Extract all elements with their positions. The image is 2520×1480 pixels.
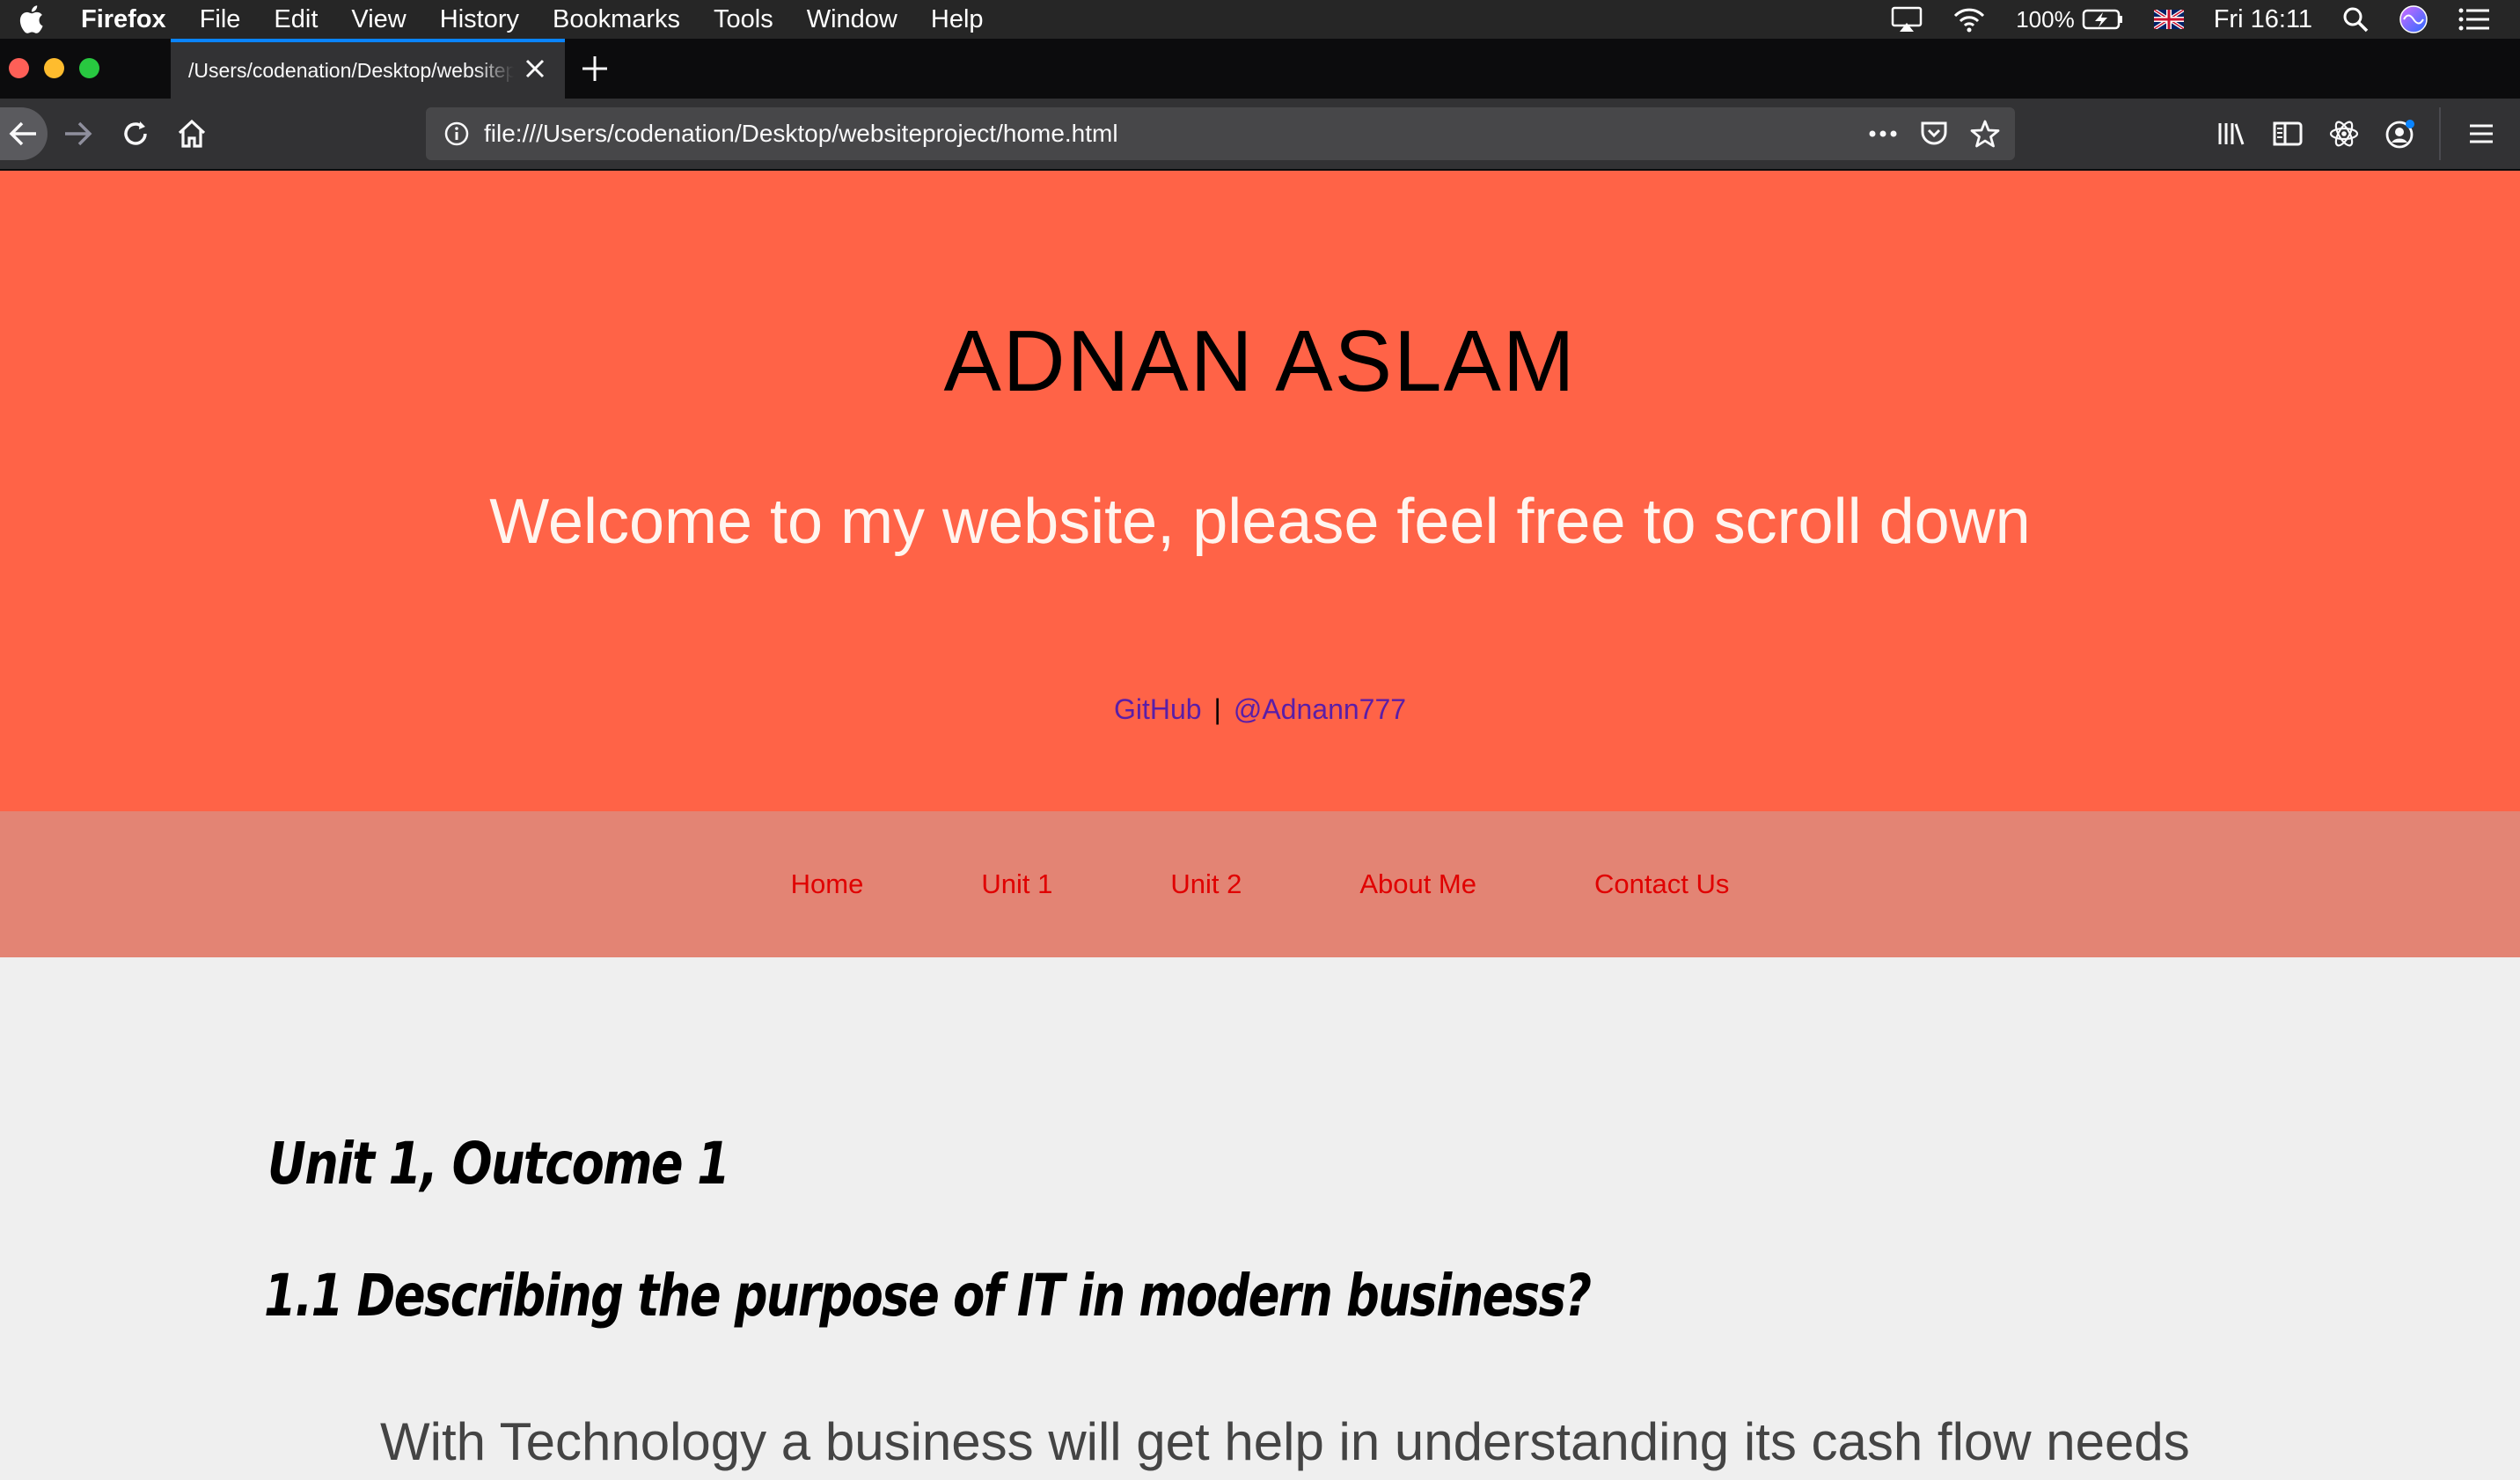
window-maximize-button[interactable] [79, 58, 99, 78]
hero-links: GitHub | @Adnann777 [0, 693, 2520, 726]
arrow-left-icon [9, 121, 36, 146]
main-content: Unit 1, Outcome 1 1.1 Describing the pur… [0, 957, 2520, 1480]
hero-header: ADNAN ASLAM Welcome to my website, pleas… [0, 171, 2520, 811]
airplay-icon[interactable] [1891, 6, 1923, 33]
home-icon [178, 119, 206, 148]
macos-menubar: Firefox File Edit View History Bookmarks… [0, 0, 2520, 39]
menubar-status-area: 100% Fri 16:11 [1891, 0, 2520, 39]
nav-home[interactable]: Home [791, 868, 864, 900]
url-input[interactable] [484, 120, 1848, 148]
menu-bookmarks[interactable]: Bookmarks [553, 5, 680, 34]
reload-icon [124, 121, 147, 145]
toolbar-right-icons [2214, 99, 2520, 169]
section-heading: Unit 1, Outcome 1 [267, 1130, 730, 1198]
pocket-icon[interactable] [1918, 118, 1950, 150]
page-actions-menu-icon[interactable] [1867, 118, 1899, 150]
firefox-account-icon[interactable] [2383, 116, 2418, 151]
spotlight-search-icon[interactable] [2342, 6, 2369, 33]
site-info-icon[interactable] [443, 121, 470, 147]
browser-tab-strip: /Users/codenation/Desktop/websiteproject… [0, 39, 2520, 99]
hero-subtitle: Welcome to my website, please feel free … [489, 487, 2031, 557]
link-separator: | [1213, 693, 1221, 725]
url-bar[interactable] [426, 107, 2015, 160]
menu-edit[interactable]: Edit [274, 5, 318, 34]
menu-help[interactable]: Help [931, 5, 984, 34]
menu-window[interactable]: Window [807, 5, 897, 34]
section-paragraph: With Technology a business will get help… [380, 1412, 2190, 1471]
tab-title: /Users/codenation/Desktop/websiteproject… [188, 58, 514, 82]
bookmark-star-icon[interactable] [1969, 118, 2001, 150]
uk-flag-input-icon[interactable] [2153, 10, 2184, 29]
hamburger-menu-icon[interactable] [2464, 116, 2499, 151]
reload-button[interactable] [118, 116, 153, 151]
new-tab-plus-icon[interactable] [581, 55, 609, 83]
notification-center-icon[interactable] [2458, 7, 2490, 32]
back-button[interactable] [0, 107, 48, 160]
github-handle-link[interactable]: @Adnann777 [1234, 693, 1406, 725]
nav-contact-us[interactable]: Contact Us [1594, 868, 1729, 900]
menu-file[interactable]: File [200, 5, 241, 34]
hero-title: ADNAN ASLAM [943, 312, 1577, 409]
browser-tab-active[interactable]: /Users/codenation/Desktop/websiteproject… [171, 39, 565, 99]
nav-about-me[interactable]: About Me [1359, 868, 1476, 900]
site-nav: Home Unit 1 Unit 2 About Me Contact Us [0, 811, 2520, 957]
react-devtools-icon[interactable] [2326, 116, 2362, 151]
menu-history[interactable]: History [440, 5, 519, 34]
web-page-viewport: ADNAN ASLAM Welcome to my website, pleas… [0, 171, 2520, 1480]
window-minimize-button[interactable] [44, 58, 64, 78]
menu-tools[interactable]: Tools [714, 5, 773, 34]
menu-view[interactable]: View [351, 5, 406, 34]
wifi-icon[interactable] [1952, 6, 1986, 33]
section-subheading: 1.1 Describing the purpose of IT in mode… [264, 1262, 1592, 1330]
forward-button[interactable] [60, 116, 95, 151]
nav-unit-1[interactable]: Unit 1 [981, 868, 1052, 900]
apple-menu-icon[interactable] [18, 2, 51, 37]
tab-close-icon[interactable] [523, 56, 547, 81]
nav-unit-2[interactable]: Unit 2 [1170, 868, 1242, 900]
browser-nav-toolbar [0, 99, 2520, 171]
page-actions [1848, 118, 2001, 150]
library-icon[interactable] [2214, 116, 2249, 151]
battery-charging-icon[interactable] [2082, 8, 2124, 31]
siri-icon[interactable] [2399, 4, 2428, 34]
menu-app-firefox[interactable]: Firefox [81, 5, 166, 34]
arrow-right-icon [65, 121, 92, 146]
toolbar-separator [2439, 107, 2441, 160]
home-button[interactable] [174, 116, 209, 151]
window-close-button[interactable] [9, 58, 29, 78]
battery-percentage: 100% [2016, 5, 2075, 33]
github-link[interactable]: GitHub [1114, 693, 1202, 725]
menubar-clock[interactable]: Fri 16:11 [2214, 5, 2312, 34]
sidebar-toggle-icon[interactable] [2270, 116, 2305, 151]
